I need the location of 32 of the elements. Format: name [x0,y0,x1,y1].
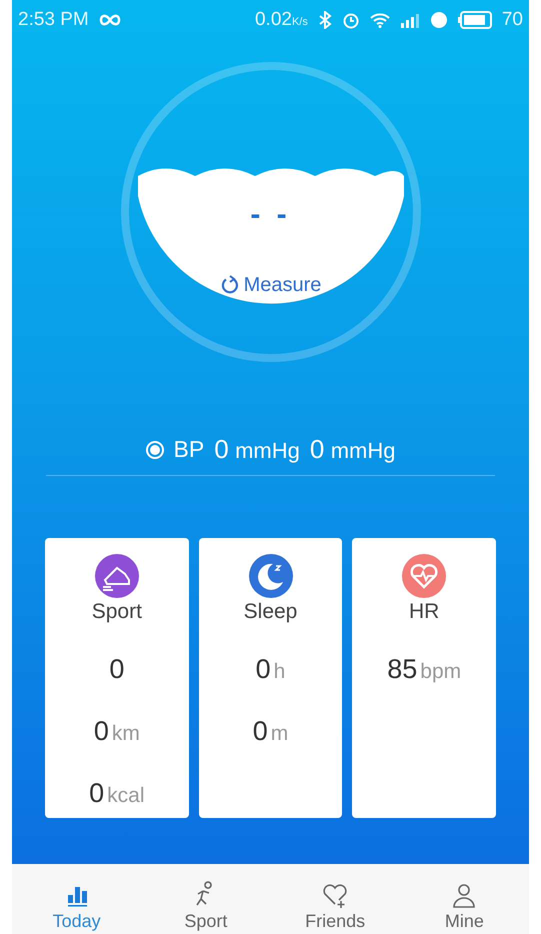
stat-card[interactable]: Sleep 0 h 0 m [198,538,342,818]
stat-value: 0 kcal [89,778,145,808]
stat-value: 0 km [94,716,140,746]
nav-tab[interactable]: Friends [270,864,400,934]
bp-reading: 0 mmHg [214,434,300,465]
battery-level: 70 [502,9,523,31]
stat-card[interactable]: Sport 0 0 km 0 kcal [45,538,189,818]
stat-value: 85 bpm [387,654,462,684]
measurement-value: - - [250,198,291,232]
nav-tab[interactable]: Mine [400,864,529,934]
stat-value: 0 m [252,716,288,746]
card-title: Sport [92,600,142,624]
signal-icon [400,12,420,28]
stat-value: 0 h [256,654,286,684]
wifi-icon [370,12,390,28]
card-title: Sleep [244,600,298,624]
refresh-icon [220,275,240,295]
bp-label: BP [174,436,204,463]
status-time: 2:53 PM [18,9,89,31]
radio-button[interactable] [146,440,164,458]
alarm-icon [342,11,360,29]
bp-reading: 0 mmHg [310,434,396,465]
nav-tab[interactable]: Today [12,864,142,934]
infinity-icon [98,14,121,26]
card-title: HR [409,600,440,624]
network-speed: 0.02K/s [254,9,308,31]
battery-icon [458,11,492,29]
measure-button[interactable]: Measure [220,274,322,296]
nav-tab[interactable]: Sport [141,864,270,934]
stat-value: 0 [109,654,124,684]
bluetooth-icon [318,11,332,29]
stat-card[interactable]: HR 85 bpm [352,538,496,818]
